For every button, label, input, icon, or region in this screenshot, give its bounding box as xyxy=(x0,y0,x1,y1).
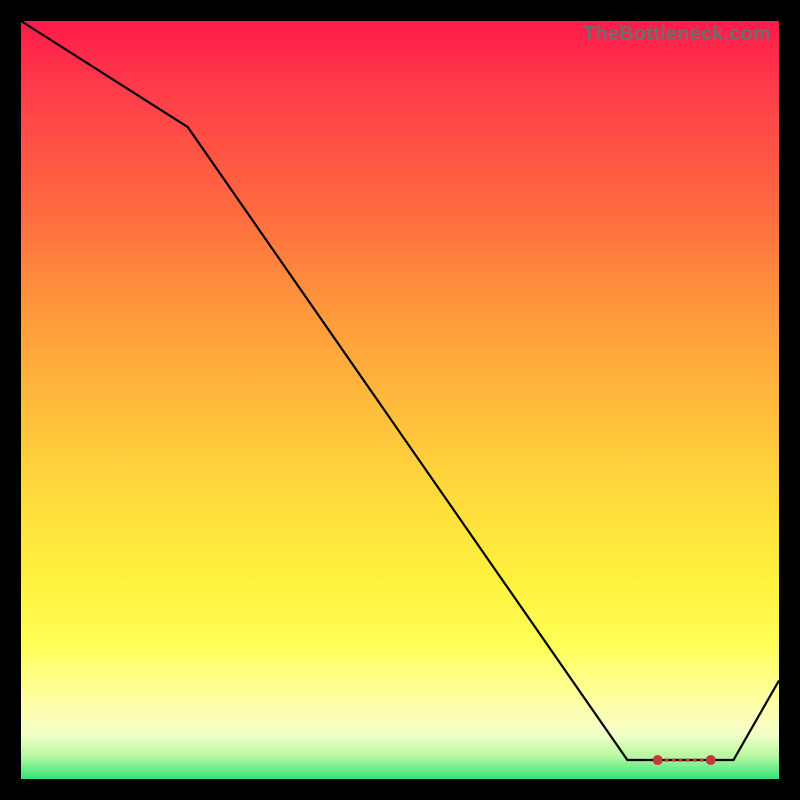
curve-line xyxy=(21,21,779,760)
chart-plot-area: TheBottleneck.com xyxy=(21,21,779,779)
series-curve xyxy=(21,21,779,760)
chart-svg xyxy=(21,21,779,779)
marker-dot-1 xyxy=(706,755,716,765)
marker-dot-0 xyxy=(653,755,663,765)
chart-frame: TheBottleneck.com xyxy=(0,0,800,800)
